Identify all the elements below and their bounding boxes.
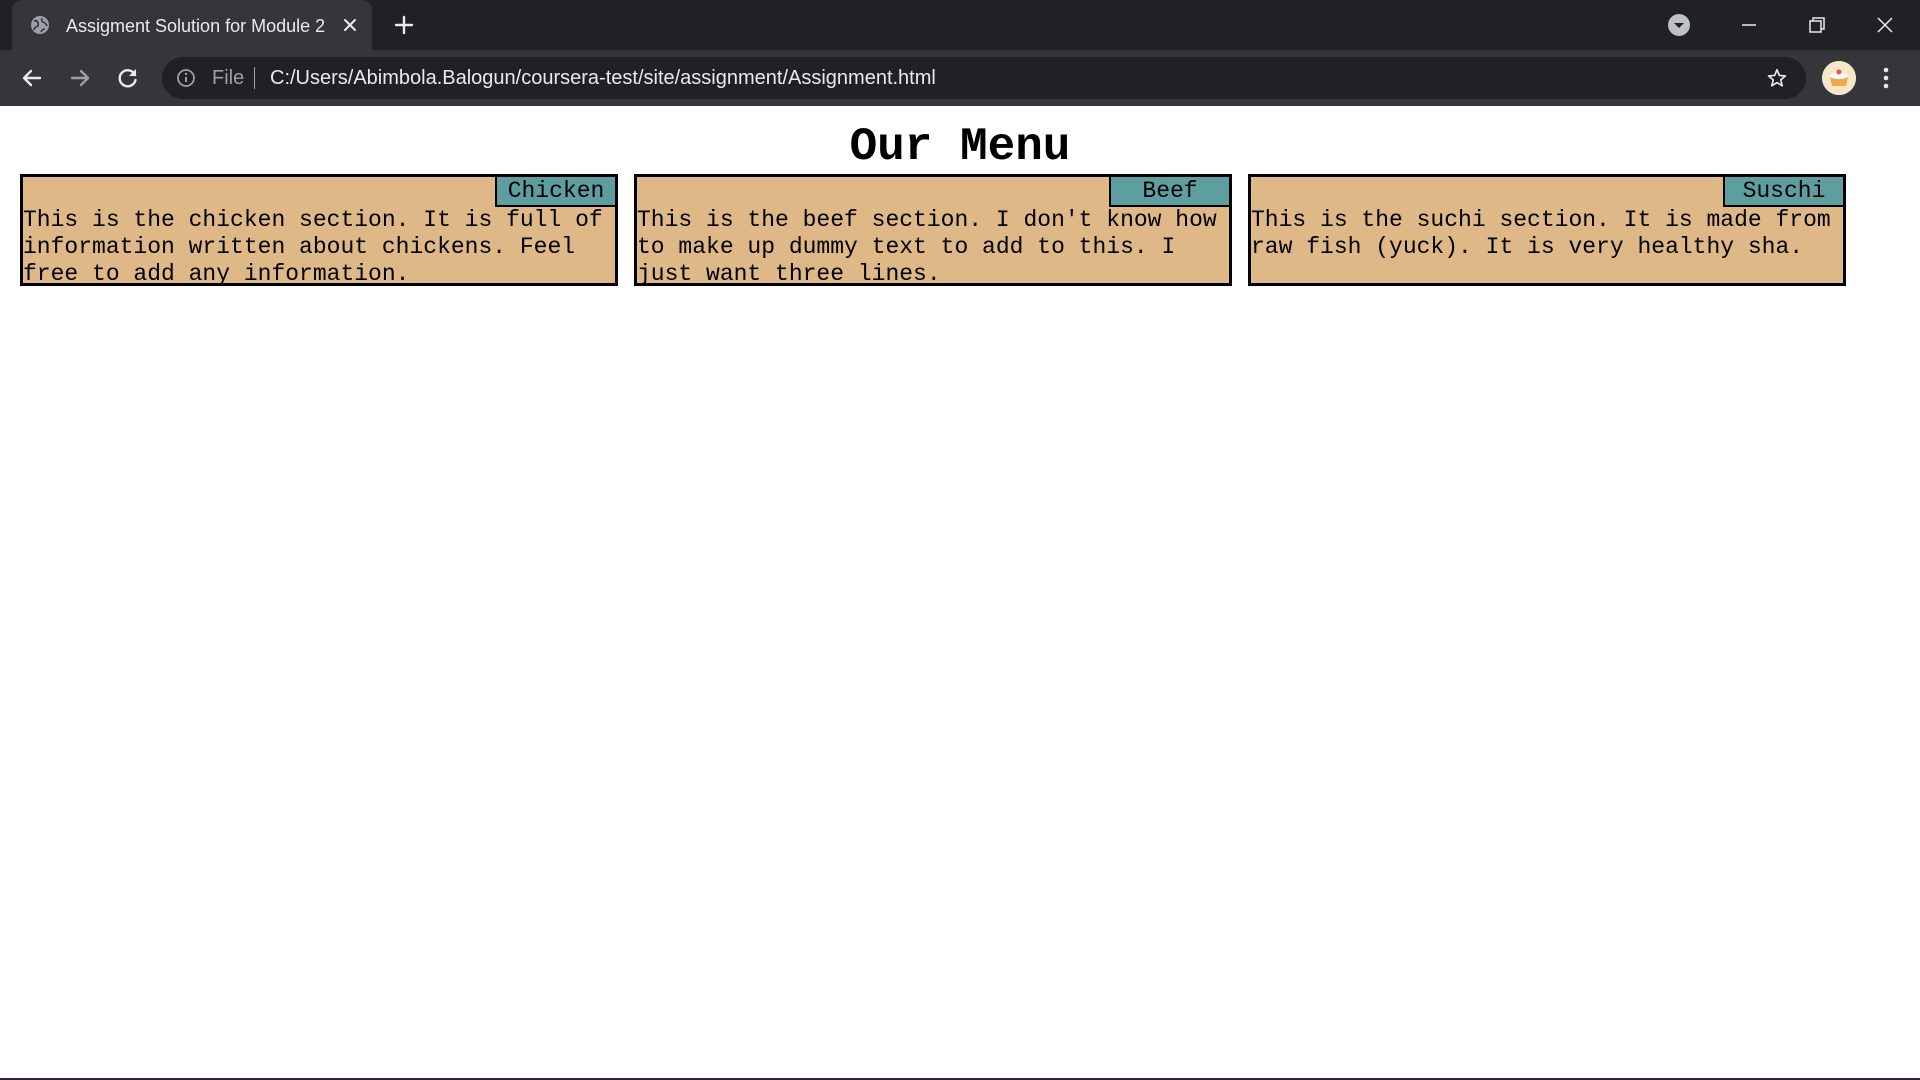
reload-icon[interactable] — [114, 64, 142, 92]
section-text: This is the chicken section. It is full … — [23, 207, 603, 287]
omnibox-divider — [254, 67, 255, 89]
section-text: This is the beef section. I don't know h… — [637, 207, 1217, 287]
browser-chrome: Assigment Solution for Module 2 File C:/… — [0, 0, 1920, 106]
tab-title: Assigment Solution for Module 2 — [66, 16, 326, 36]
section-label: Chicken — [495, 177, 615, 207]
chevron-down-icon[interactable] — [1666, 12, 1692, 38]
toolbar: File C:/Users/Abimbola.Balogun/coursera-… — [0, 50, 1920, 106]
menu-section-sushi: Suschi This is the suchi section. It is … — [1248, 174, 1846, 286]
section-text: This is the suchi section. It is made fr… — [1251, 207, 1831, 260]
close-icon[interactable] — [340, 15, 360, 35]
arrow-left-icon[interactable] — [18, 64, 46, 92]
scheme-label: File — [212, 67, 245, 89]
section-label: Beef — [1109, 177, 1229, 207]
star-icon[interactable] — [1766, 67, 1788, 89]
page-viewport: Our Menu Chicken This is the chicken sec… — [0, 106, 1920, 1080]
page-title: Our Menu — [849, 121, 1071, 173]
minimize-icon[interactable] — [1734, 10, 1764, 40]
tab-strip: Assigment Solution for Module 2 — [0, 0, 1920, 51]
url-text[interactable]: C:/Users/Abimbola.Balogun/coursera-test/… — [270, 67, 936, 89]
window-close-icon[interactable] — [1870, 10, 1900, 40]
plus-icon[interactable] — [392, 13, 416, 37]
menu-section-beef: Beef This is the beef section. I don't k… — [634, 174, 1232, 287]
info-icon[interactable] — [176, 68, 196, 88]
restore-icon[interactable] — [1802, 10, 1832, 40]
address-bar[interactable]: File C:/Users/Abimbola.Balogun/coursera-… — [162, 57, 1806, 99]
avatar[interactable] — [1822, 61, 1856, 95]
avatar-image — [1822, 61, 1856, 95]
section-label: Suschi — [1723, 177, 1843, 207]
arrow-right-icon[interactable] — [66, 64, 94, 92]
kebab-menu-icon[interactable] — [1876, 64, 1896, 92]
tab-active[interactable]: Assigment Solution for Module 2 — [12, 0, 372, 51]
menu-section-chicken: Chicken This is the chicken section. It … — [20, 174, 618, 287]
globe-icon — [31, 16, 49, 34]
